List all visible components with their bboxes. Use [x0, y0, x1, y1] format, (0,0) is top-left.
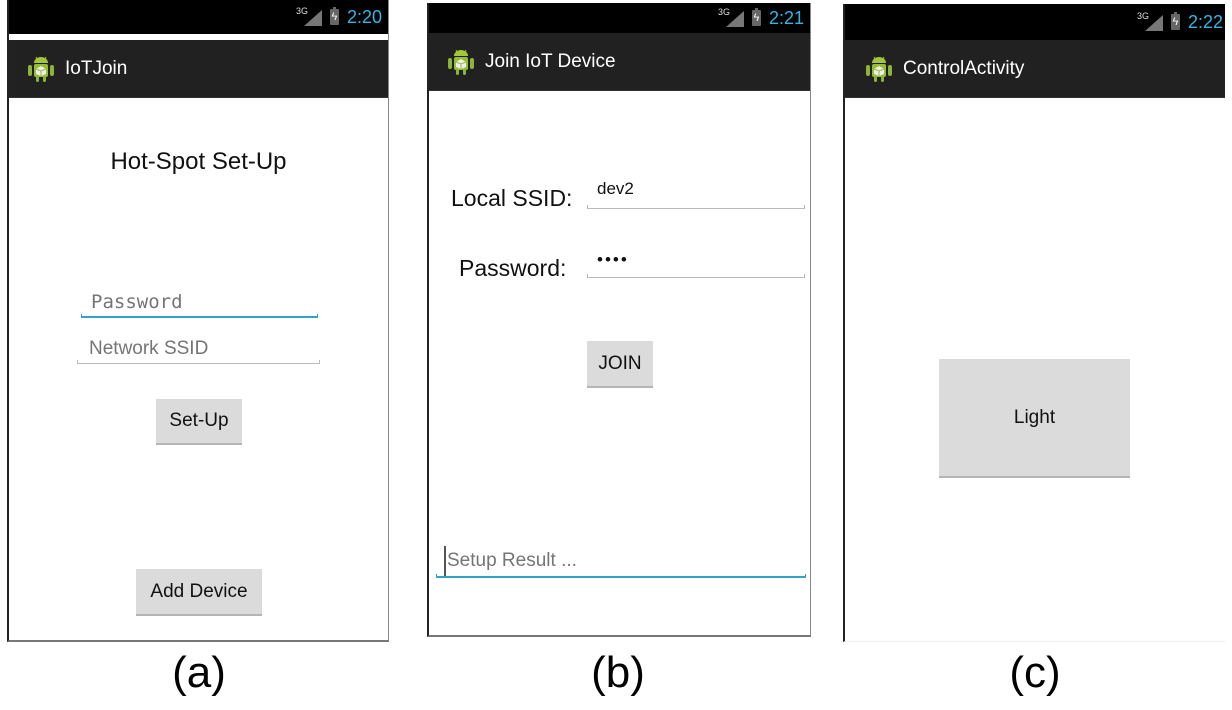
network-ssid-input[interactable]	[87, 334, 321, 364]
clock: 2:20	[346, 6, 382, 27]
status-bar: 3G ϟ 2:22	[845, 4, 1225, 40]
add-device-button[interactable]: Add Device	[136, 569, 262, 616]
password-underline	[81, 314, 318, 318]
clock: 2:21	[768, 7, 804, 28]
signal-3g-icon: 3G	[718, 7, 744, 29]
password-underline	[587, 274, 805, 278]
ssid-underline	[587, 205, 805, 209]
screen-c-control: 3G ϟ 2:22 ControlActivity Light	[843, 4, 1225, 642]
battery-charging-icon: ϟ	[751, 8, 761, 26]
screen-a-iotjoin: 3G ϟ 2:20 IoTJoin Hot-Spot Set-Up Set-Up…	[7, 0, 389, 642]
app-title: IoTJoin	[65, 58, 128, 79]
caption-b: (b)	[591, 648, 645, 697]
android-app-icon	[27, 56, 55, 83]
status-bar: 3G ϟ 2:21	[429, 3, 810, 33]
action-bar: Join IoT Device	[429, 33, 810, 91]
signal-3g-icon: 3G	[296, 6, 322, 28]
password-label: Password:	[459, 255, 567, 281]
local-ssid-label: Local SSID:	[451, 185, 573, 211]
setup-button[interactable]: Set-Up	[156, 399, 242, 445]
ssid-underline	[77, 360, 320, 364]
setup-result-input[interactable]	[444, 546, 809, 576]
caption-a: (a)	[172, 648, 226, 697]
battery-charging-icon: ϟ	[329, 7, 339, 25]
join-button[interactable]: JOIN	[587, 341, 653, 388]
password-input[interactable]	[89, 286, 323, 318]
caption-c: (c)	[1009, 648, 1061, 697]
status-bar: 3G ϟ 2:20	[9, 0, 388, 34]
screen-b-join-device: 3G ϟ 2:21 Join IoT Device Local SSID: Pa…	[427, 3, 811, 637]
signal-3g-icon: 3G	[1137, 11, 1163, 33]
action-bar: IoTJoin	[9, 40, 388, 98]
light-button[interactable]: Light	[939, 359, 1130, 478]
android-app-icon	[865, 56, 893, 83]
local-ssid-input[interactable]	[595, 176, 809, 202]
android-app-icon	[447, 49, 475, 76]
action-bar: ControlActivity	[845, 40, 1225, 98]
battery-charging-icon: ϟ	[1170, 12, 1180, 30]
password-input[interactable]	[595, 247, 809, 273]
page-heading: Hot-Spot Set-Up	[110, 148, 287, 175]
app-title: ControlActivity	[903, 58, 1025, 79]
app-title: Join IoT Device	[485, 51, 616, 72]
setup-result-underline	[436, 574, 806, 578]
clock: 2:22	[1187, 11, 1223, 32]
